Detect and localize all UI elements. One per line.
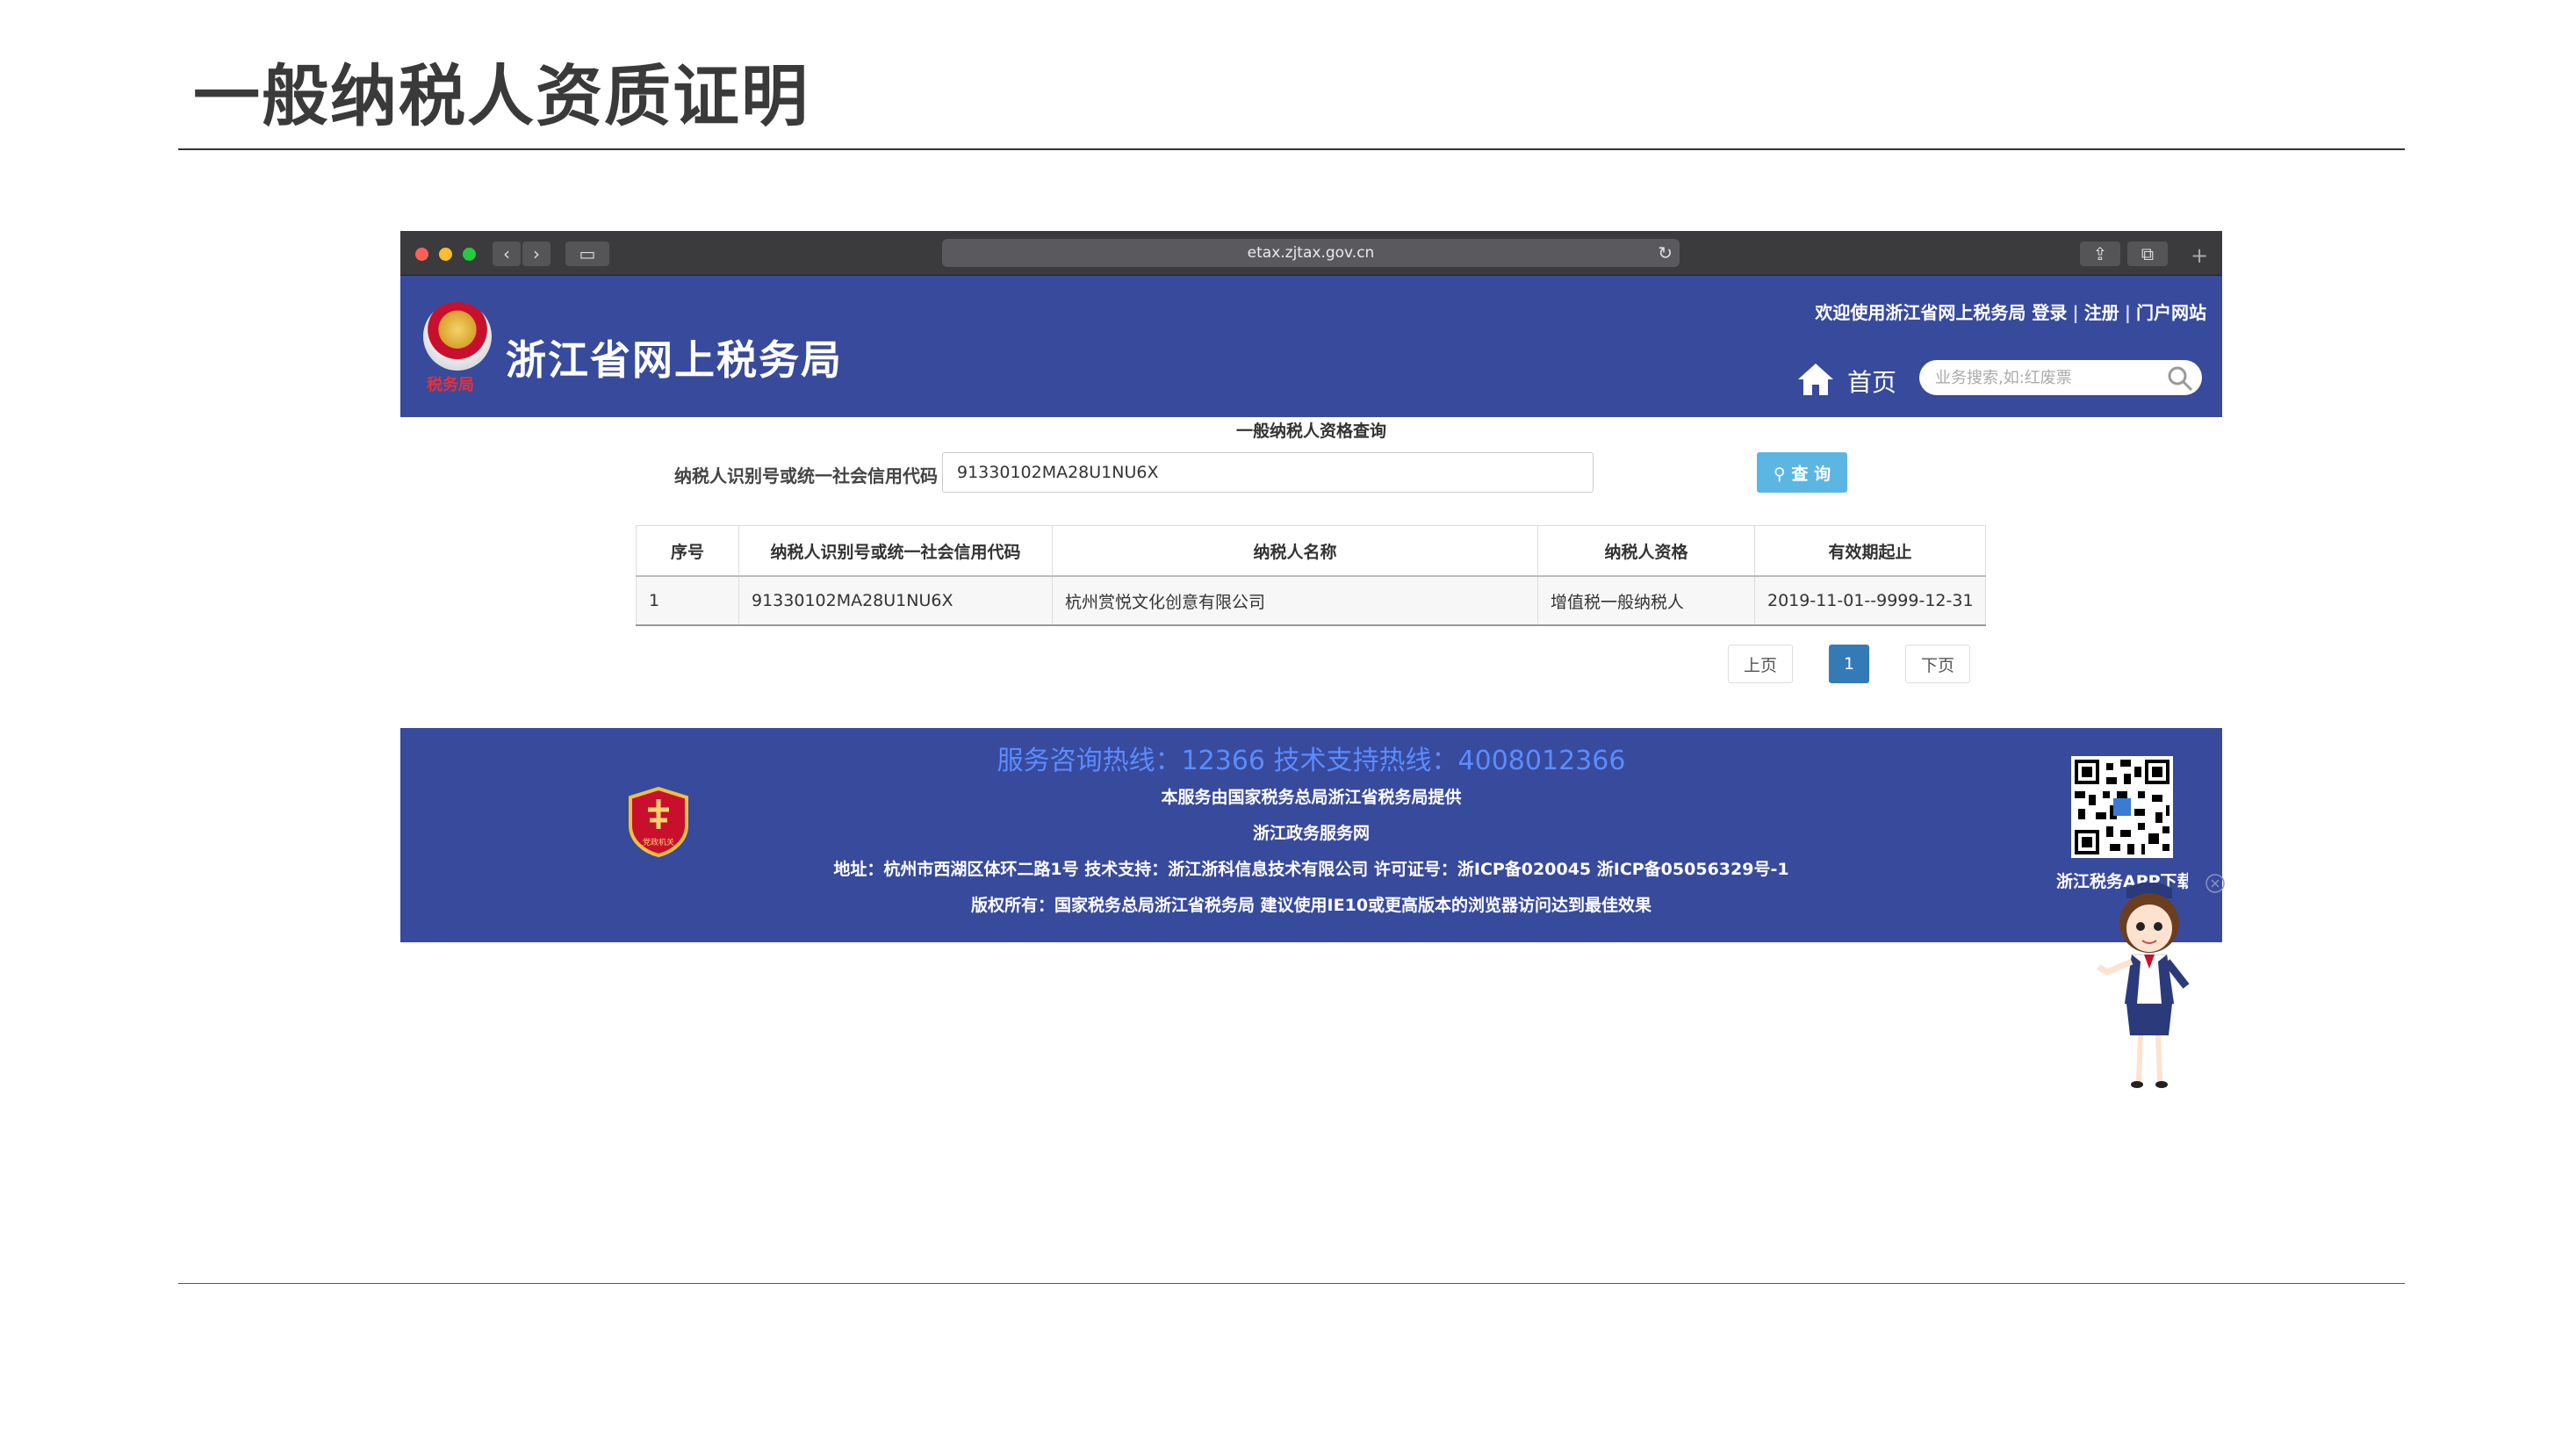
welcome-text: 欢迎使用浙江省网上税务局 (1815, 302, 2026, 323)
query-button[interactable]: ⚲ 查 询 (1757, 452, 1847, 493)
new-tab-button[interactable]: + (2191, 243, 2208, 268)
sidebar-button[interactable]: ▭ (565, 242, 609, 266)
badge-text: 党政机关 (643, 837, 674, 847)
emblem-tag: 税务局 (427, 376, 474, 394)
chevron-left-icon: ‹ (503, 243, 510, 264)
address-bar[interactable]: etax.zjtax.gov.cn ↻ (942, 239, 1680, 267)
login-link[interactable]: 登录 (2032, 302, 2067, 323)
search-icon[interactable] (2167, 365, 2193, 392)
home-link[interactable]: 首页 (1847, 364, 1896, 399)
cell-index: 1 (636, 575, 739, 626)
table-row: 1 91330102MA28U1NU6X 杭州赏悦文化创意有限公司 增值税一般纳… (636, 575, 1986, 626)
browser-toolbar: ‹ › ▭ etax.zjtax.gov.cn ↻ ⇪ ⧉ + (400, 231, 2222, 276)
reload-icon[interactable]: ↻ (1658, 239, 1673, 267)
hotline-text: 服务咨询热线：12366 技术支持热线：4008012366 (997, 746, 1626, 776)
sidebar-icon: ▭ (579, 243, 596, 264)
col-header-qualification: 纳税人资格 (1537, 525, 1755, 577)
back-button[interactable]: ‹ (493, 242, 521, 266)
tax-emblem-icon (423, 302, 492, 371)
col-header-index: 序号 (636, 525, 739, 577)
site-header: 税务局 浙江省网上税务局 欢迎使用浙江省网上税务局 登录 | 注册 | 门户网站 首页 (400, 276, 2222, 417)
col-header-validity: 有效期起止 (1754, 525, 1986, 577)
tabs-icon: ⧉ (2141, 243, 2155, 264)
home-icon[interactable] (1796, 362, 1835, 397)
col-header-taxpayer-name: 纳税人名称 (1052, 525, 1538, 577)
minimize-window-button[interactable] (439, 248, 452, 261)
close-window-button[interactable] (415, 248, 428, 261)
chevron-right-icon: › (533, 243, 540, 264)
slide-title: 一般纳税人资质证明 (193, 57, 809, 135)
prev-page-button[interactable]: 上页 (1728, 645, 1793, 683)
register-link[interactable]: 注册 (2084, 302, 2119, 323)
result-table: 序号 纳税人识别号或统一社会信用代码 纳税人名称 纳税人资格 有效期起止 1 9… (636, 525, 1986, 626)
url-text: etax.zjtax.gov.cn (1247, 244, 1375, 262)
tabs-button[interactable]: ⧉ (2127, 242, 2168, 266)
mascot-assistant-icon[interactable] (2095, 881, 2227, 1092)
separator: | (2124, 302, 2131, 323)
top-divider (178, 148, 2405, 150)
taxpayer-id-label: 纳税人识别号或统一社会信用代码 (674, 465, 938, 487)
site-name: 浙江省网上税务局 (506, 336, 843, 384)
app-qr-code-icon[interactable] (2071, 756, 2173, 858)
forward-button[interactable]: › (522, 242, 550, 266)
table-header-row: 序号 纳税人识别号或统一社会信用代码 纳税人名称 纳税人资格 有效期起止 (636, 525, 1986, 577)
separator: | (2072, 302, 2079, 323)
query-button-label: 查 询 (1791, 464, 1831, 484)
magnifier-icon: ⚲ (1773, 464, 1786, 484)
site-search-input[interactable] (1919, 360, 2202, 395)
browser-window: ‹ › ▭ etax.zjtax.gov.cn ↻ ⇪ ⧉ + 税务局 浙江省网… (400, 231, 2225, 1088)
cell-taxpayer-name: 杭州赏悦文化创意有限公司 (1052, 575, 1538, 626)
address-text: 地址：杭州市西湖区体环二路1号 技术支持：浙江浙科信息技术有限公司 许可证号：浙… (833, 860, 1789, 879)
cell-qualification: 增值税一般纳税人 (1537, 575, 1755, 626)
share-icon: ⇪ (2092, 243, 2108, 264)
current-page-button[interactable]: 1 (1829, 645, 1869, 683)
site-footer: 服务咨询热线：12366 技术支持热线：4008012366 本服务由国家税务总… (400, 728, 2225, 942)
government-badge-icon[interactable]: 党政机关 (627, 787, 690, 857)
copyright-text: 版权所有：国家税务总局浙江省税务局 建议使用IE10或更高版本的浏览器访问达到最… (970, 896, 1652, 915)
bottom-divider (178, 1283, 2405, 1284)
zoom-window-button[interactable] (463, 248, 476, 261)
next-page-button[interactable]: 下页 (1905, 645, 1970, 683)
cell-validity: 2019-11-01--9999-12-31 (1754, 575, 1986, 626)
share-button[interactable]: ⇪ (2080, 242, 2120, 266)
cell-taxpayer-id: 91330102MA28U1NU6X (738, 575, 1053, 626)
col-header-taxpayer-id: 纳税人识别号或统一社会信用代码 (738, 525, 1053, 577)
welcome-bar: 欢迎使用浙江省网上税务局 登录 | 注册 | 门户网站 (1815, 299, 2206, 324)
query-title: 一般纳税人资格查询 (1235, 422, 1386, 441)
portal-link[interactable]: 门户网站 (2136, 302, 2206, 323)
taxpayer-id-input[interactable] (942, 452, 1594, 493)
